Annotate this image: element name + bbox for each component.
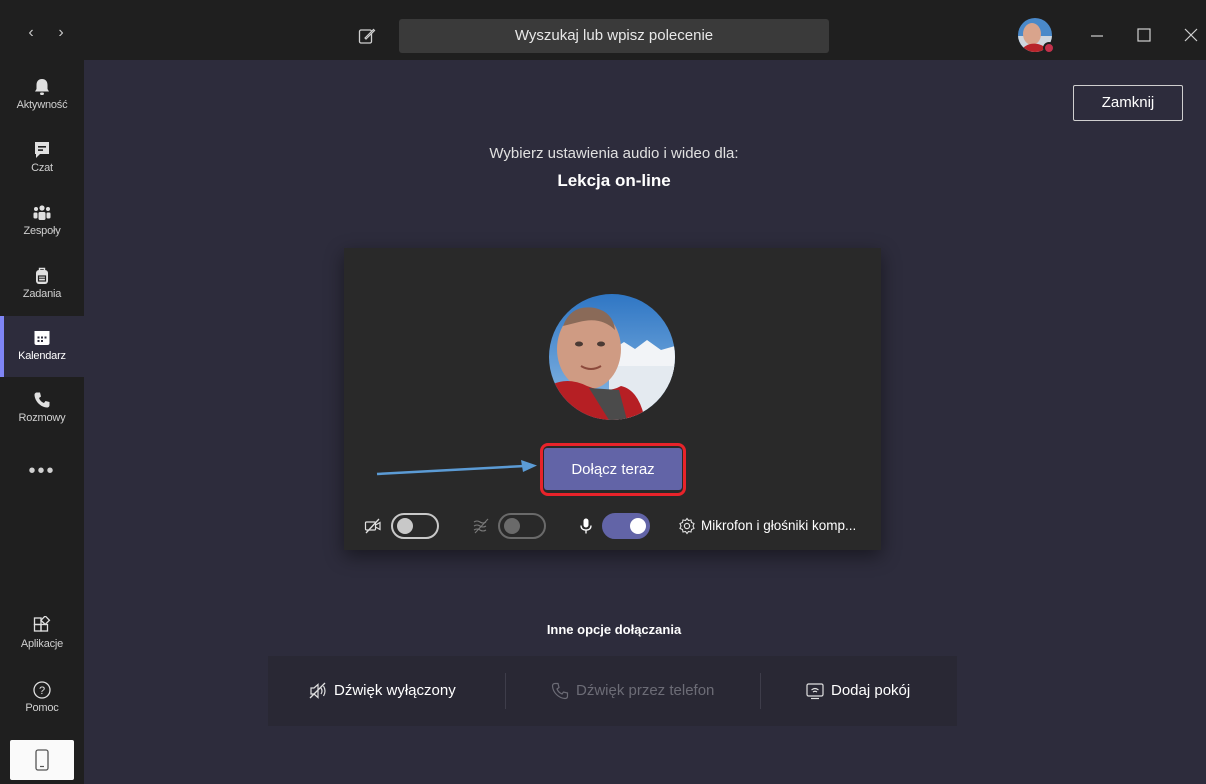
microphone-toggle[interactable] (602, 513, 650, 539)
phone-icon (34, 392, 50, 408)
bell-icon (35, 79, 49, 95)
other-options-panel: Dźwięk wyłączony Dźwięk przez telefon Do… (268, 656, 957, 726)
phone-audio-label: Dźwięk przez telefon (576, 682, 715, 699)
add-room-option[interactable]: Dodaj pokój (805, 656, 910, 726)
title-bar: ‹ › Wyszukaj lub wpisz polecenie (0, 0, 1206, 60)
arrow-annotation (376, 460, 537, 476)
sidebar-item-teams[interactable]: Zespoły (0, 203, 84, 263)
camera-off-icon (364, 518, 381, 534)
sidebar-item-label: Pomoc (25, 702, 59, 714)
sidebar-item-chat[interactable]: Czat (0, 140, 84, 200)
divider (760, 673, 761, 709)
phone-icon (551, 682, 569, 700)
svg-text:?: ? (39, 685, 45, 697)
video-preview: Dołącz teraz Mikrofon i głośniki komp... (344, 248, 881, 550)
app-bar: Aktywność Czat Zespoły Zadania Kalendarz… (0, 60, 84, 784)
page-title: Lekcja on-line (557, 171, 671, 190)
help-icon: ? (33, 681, 51, 699)
close-button[interactable]: Zamknij (1073, 85, 1183, 121)
sidebar-item-label: Aktywność (16, 99, 68, 111)
device-controls: Mikrofon i głośniki komp... (344, 510, 881, 540)
compose-icon[interactable] (358, 27, 376, 45)
blur-toggle[interactable] (498, 513, 546, 539)
chevron-left-icon[interactable]: ‹ (24, 25, 38, 41)
audio-off-label: Dźwięk wyłączony (334, 682, 456, 699)
chevron-right-icon[interactable]: › (54, 25, 68, 41)
microphone-icon (580, 518, 592, 534)
sidebar-item-help[interactable]: ? Pomoc (0, 680, 84, 740)
sidebar-item-calendar[interactable]: Kalendarz (0, 316, 84, 377)
sidebar-item-activity[interactable]: Aktywność (0, 77, 84, 137)
sidebar-item-calls[interactable]: Rozmowy (0, 390, 84, 450)
calendar-icon (34, 331, 50, 345)
teams-icon (33, 205, 51, 220)
status-badge (1043, 42, 1055, 54)
phone-audio-option[interactable]: Dźwięk przez telefon (550, 656, 714, 726)
more-apps-icon[interactable]: ••• (0, 461, 84, 481)
sidebar-item-label: Czat (31, 162, 53, 174)
audio-off-option[interactable]: Dźwięk wyłączony (308, 656, 456, 726)
audio-device-label[interactable]: Mikrofon i głośniki komp... (701, 518, 856, 533)
join-now-button[interactable]: Dołącz teraz (544, 448, 682, 490)
background-blur-icon (473, 518, 489, 534)
search-input[interactable]: Wyszukaj lub wpisz polecenie (399, 19, 829, 53)
page-subtitle: Wybierz ustawienia audio i wideo dla: (489, 145, 739, 162)
minimize-icon[interactable] (1082, 20, 1112, 50)
sidebar-item-label: Zadania (22, 288, 62, 300)
other-options-heading: Inne opcje dołączania (546, 622, 682, 637)
close-icon[interactable] (1176, 20, 1206, 50)
camera-toggle[interactable] (391, 513, 439, 539)
sidebar-item-label: Rozmowy (18, 412, 66, 424)
sidebar-item-label: Aplikacje (20, 638, 64, 650)
sidebar-item-label: Kalendarz (18, 350, 66, 362)
backpack-icon (36, 267, 48, 284)
mobile-icon (35, 749, 49, 771)
sidebar-item-label: Zespoły (23, 225, 61, 237)
sidebar-item-apps[interactable]: Aplikacje (0, 616, 84, 676)
room-icon (806, 683, 824, 700)
settings-icon[interactable] (678, 517, 696, 535)
maximize-icon[interactable] (1129, 20, 1159, 50)
avatar (549, 294, 675, 420)
add-room-label: Dodaj pokój (831, 682, 911, 699)
chat-icon (35, 142, 49, 158)
device-button[interactable] (10, 740, 74, 780)
divider (505, 673, 506, 709)
speaker-off-icon (309, 682, 326, 699)
apps-icon (33, 616, 51, 632)
